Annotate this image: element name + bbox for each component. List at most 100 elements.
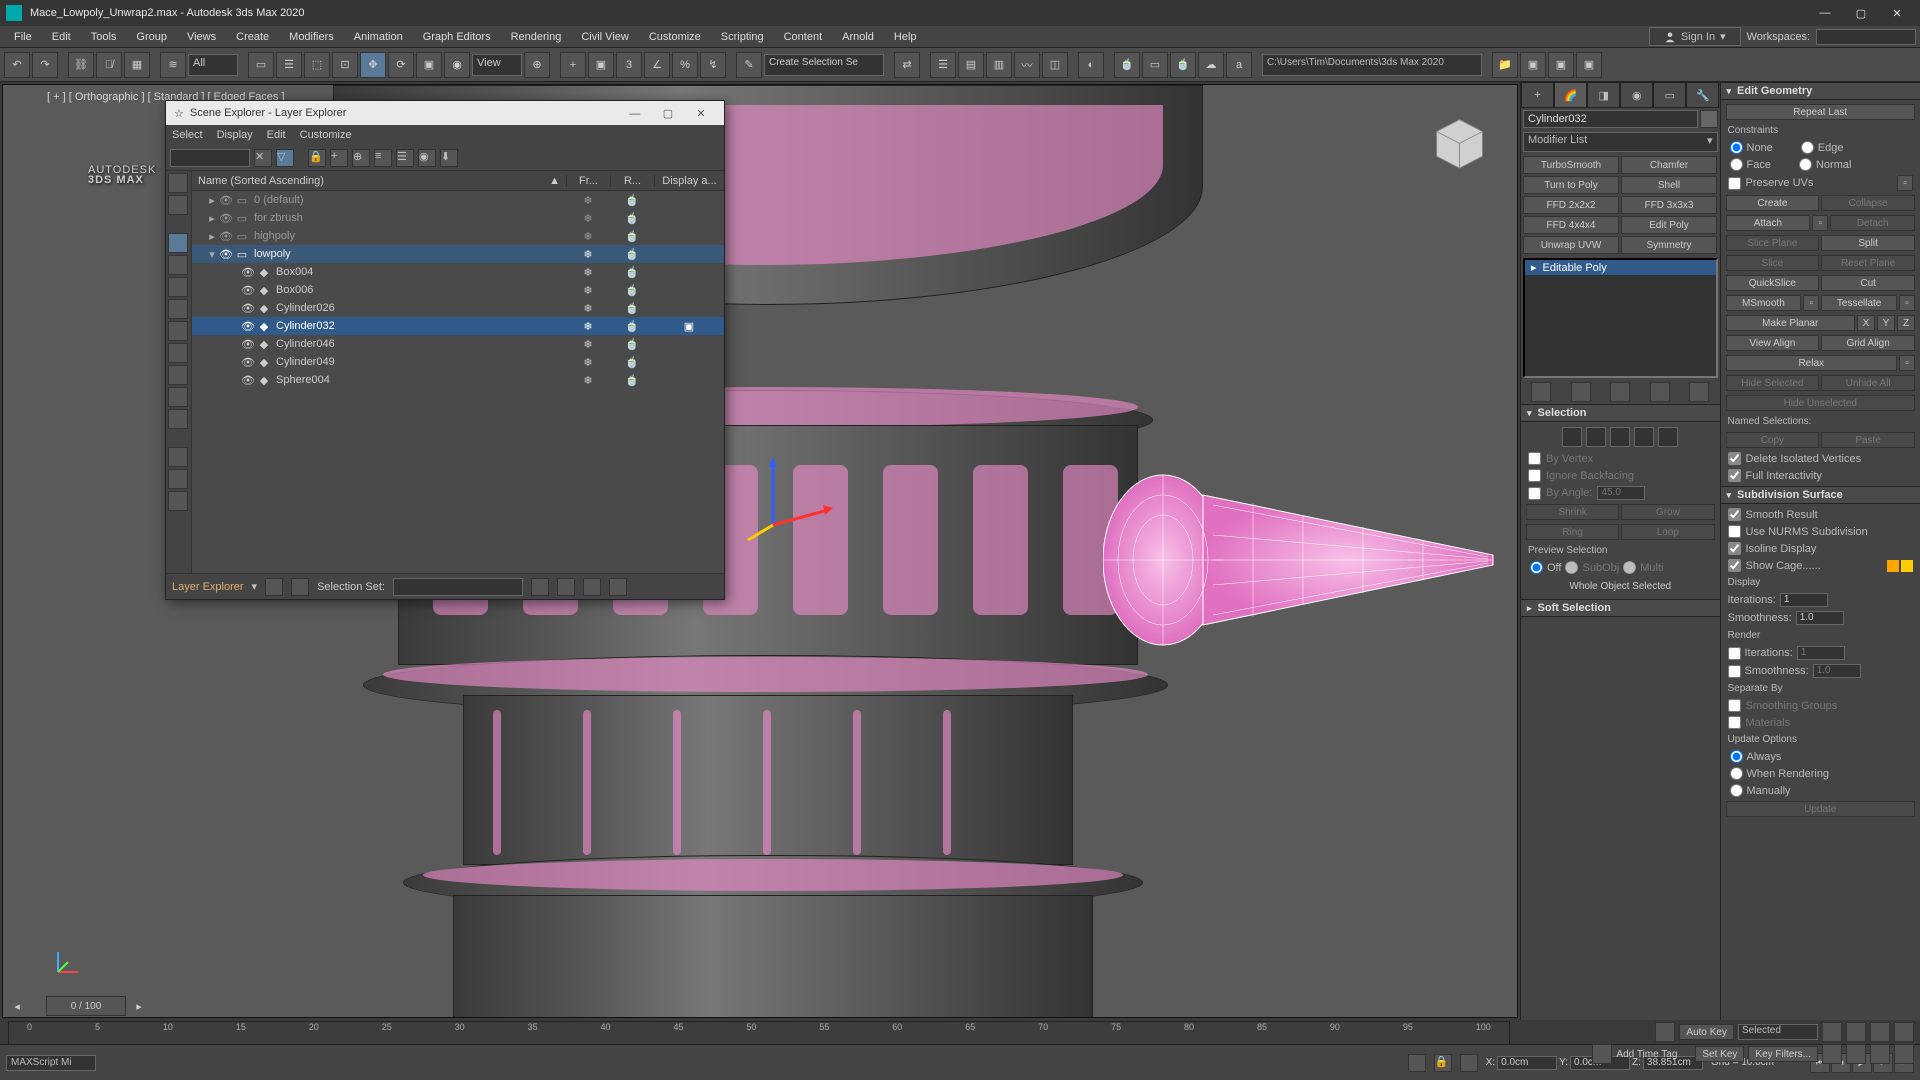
nav-zoom-extents-all-button[interactable] bbox=[1894, 1022, 1914, 1042]
preview-off-radio[interactable] bbox=[1530, 561, 1543, 574]
menu-help[interactable]: Help bbox=[884, 29, 927, 45]
percent-snap-button[interactable]: % bbox=[672, 52, 698, 78]
tessellate-button[interactable]: Tessellate bbox=[1821, 295, 1897, 311]
move-gizmo[interactable] bbox=[743, 455, 833, 545]
delete-isolated-checkbox[interactable] bbox=[1728, 452, 1741, 465]
menu-views[interactable]: Views bbox=[177, 29, 226, 45]
time-slider-right-arrow[interactable]: ▸ bbox=[130, 1000, 148, 1013]
viewcube[interactable] bbox=[1432, 115, 1487, 170]
nav-maximize-button[interactable] bbox=[1894, 1044, 1914, 1064]
filter-none-icon[interactable] bbox=[168, 195, 188, 215]
preserve-uvs-settings-button[interactable]: ▫ bbox=[1897, 175, 1913, 191]
named-selection-dropdown[interactable]: Create Selection Se bbox=[764, 54, 884, 76]
modifier-symmetry-button[interactable]: Symmetry bbox=[1621, 236, 1717, 254]
visibility-icon[interactable]: 👁 bbox=[218, 230, 234, 243]
attach-button[interactable]: Attach bbox=[1726, 215, 1811, 231]
lock-toggle-button[interactable]: 🔒 bbox=[308, 149, 326, 167]
object-name-input[interactable]: Cylinder032 bbox=[1523, 110, 1698, 128]
attach-list-button[interactable]: ▫ bbox=[1812, 215, 1828, 231]
ignore-backfacing-checkbox[interactable] bbox=[1528, 469, 1541, 482]
set-key-big-button[interactable] bbox=[1655, 1022, 1675, 1042]
render-cell[interactable]: 🍵 bbox=[610, 374, 654, 387]
menu-graph-editors[interactable]: Graph Editors bbox=[413, 29, 501, 45]
frozen-cell[interactable]: ❄ bbox=[566, 356, 610, 369]
ex-status-btn-3[interactable] bbox=[531, 578, 549, 596]
explorer-minimize-button[interactable]: — bbox=[620, 108, 650, 120]
msmooth-button[interactable]: MSmooth bbox=[1726, 295, 1802, 311]
modify-tab[interactable]: 🌈 bbox=[1554, 82, 1587, 108]
visibility-icon[interactable]: 👁 bbox=[240, 338, 256, 351]
visibility-icon[interactable]: 👁 bbox=[240, 320, 256, 333]
layer-row-highpoly[interactable]: ▸👁▭highpoly❄🍵 bbox=[192, 227, 724, 245]
menu-tools[interactable]: Tools bbox=[81, 29, 127, 45]
object-row-cylinder026[interactable]: 👁◆Cylinder026❄🍵 bbox=[192, 299, 724, 317]
undo-button[interactable]: ↶ bbox=[4, 52, 30, 78]
view-align-button[interactable]: View Align bbox=[1726, 335, 1820, 351]
edit-geometry-rollout-header[interactable]: ▾Edit Geometry bbox=[1721, 82, 1920, 100]
selection-lock-button[interactable]: 🔒 bbox=[1434, 1054, 1452, 1072]
full-interactivity-checkbox[interactable] bbox=[1728, 469, 1741, 482]
modifier-ffd-4x4x4-button[interactable]: FFD 4x4x4 bbox=[1523, 216, 1619, 234]
angle-snap-button[interactable]: ∠ bbox=[644, 52, 670, 78]
align-button[interactable]: ☰ bbox=[930, 52, 956, 78]
cage-color-1[interactable] bbox=[1887, 560, 1899, 572]
set-key-button[interactable]: Set Key bbox=[1695, 1046, 1744, 1062]
by-angle-value[interactable]: 45.0 bbox=[1597, 486, 1645, 500]
nav-zoom-all-button[interactable] bbox=[1846, 1022, 1866, 1042]
hide-selected-button[interactable]: Hide Selected bbox=[1726, 375, 1820, 391]
auto-key-button[interactable]: Auto Key bbox=[1679, 1024, 1734, 1040]
layer-row-lowpoly[interactable]: ▾👁▭lowpoly❄🍵 bbox=[192, 245, 724, 263]
open-autodesk-button[interactable]: a bbox=[1226, 52, 1252, 78]
create-tab[interactable]: + bbox=[1521, 82, 1554, 108]
redo-button[interactable]: ↷ bbox=[32, 52, 58, 78]
project-path[interactable]: C:\Users\Tim\Documents\3ds Max 2020 bbox=[1262, 54, 1482, 76]
window-crossing-button[interactable]: ⊡ bbox=[332, 52, 358, 78]
selection-set-dropdown[interactable] bbox=[393, 578, 523, 596]
object-row-box004[interactable]: 👁◆Box004❄🍵 bbox=[192, 263, 724, 281]
frozen-cell[interactable]: ❄ bbox=[566, 320, 610, 333]
explorer-maximize-button[interactable]: ▢ bbox=[653, 107, 683, 120]
modifier-list-dropdown[interactable]: Modifier List▾ bbox=[1523, 132, 1718, 152]
menu-group[interactable]: Group bbox=[126, 29, 177, 45]
object-row-sphere004[interactable]: 👁◆Sphere004❄🍵 bbox=[192, 371, 724, 389]
render-smoothness-checkbox[interactable] bbox=[1728, 665, 1741, 678]
tb-btn-a[interactable]: ▣ bbox=[1520, 52, 1546, 78]
close-button[interactable]: ✕ bbox=[1880, 2, 1914, 24]
constraint-none-radio[interactable] bbox=[1730, 141, 1743, 154]
visibility-icon[interactable]: 👁 bbox=[218, 212, 234, 225]
selection-rollout-header[interactable]: ▾Selection bbox=[1521, 404, 1720, 422]
motion-tab[interactable]: ◉ bbox=[1620, 82, 1653, 108]
filter-cameras-icon[interactable] bbox=[168, 299, 188, 319]
minimize-button[interactable]: — bbox=[1808, 2, 1842, 24]
cut-button[interactable]: Cut bbox=[1821, 275, 1915, 291]
frozen-cell[interactable]: ❄ bbox=[566, 266, 610, 279]
repeat-last-button[interactable]: Repeat Last bbox=[1726, 104, 1916, 120]
workspaces-dropdown[interactable] bbox=[1816, 29, 1916, 45]
modifier-ffd-2x2x2-button[interactable]: FFD 2x2x2 bbox=[1523, 196, 1619, 214]
add-time-tag-label[interactable]: Add Time Tag bbox=[1616, 1049, 1677, 1060]
nav-zoom-extents-button[interactable] bbox=[1870, 1022, 1890, 1042]
by-vertex-checkbox[interactable] bbox=[1528, 452, 1541, 465]
manipulate-button[interactable]: + bbox=[560, 52, 586, 78]
hierarchy-tab[interactable]: ◨ bbox=[1587, 82, 1620, 108]
polygon-subobj-button[interactable] bbox=[1634, 427, 1654, 447]
render-cell[interactable]: 🍵 bbox=[610, 230, 654, 243]
col-render[interactable]: R... bbox=[610, 175, 654, 187]
grow-button[interactable]: Grow bbox=[1621, 504, 1714, 520]
stack-item-editable-poly[interactable]: ▸ Editable Poly bbox=[1525, 260, 1716, 275]
render-cell[interactable]: 🍵 bbox=[610, 212, 654, 225]
time-slider-left-arrow[interactable]: ◂ bbox=[8, 1000, 26, 1013]
col-display[interactable]: Display a... bbox=[654, 175, 724, 187]
ex-btn-7[interactable]: ⬇ bbox=[440, 149, 458, 167]
element-subobj-button[interactable] bbox=[1658, 427, 1678, 447]
select-scale-button[interactable]: ▣ bbox=[416, 52, 442, 78]
modifier-edit-poly-button[interactable]: Edit Poly bbox=[1621, 216, 1717, 234]
select-object-button[interactable]: ▭ bbox=[248, 52, 274, 78]
hide-unselected-button[interactable]: Hide Unselected bbox=[1726, 395, 1916, 411]
layer-row-for-zbrush[interactable]: ▸👁▭for zbrush❄🍵 bbox=[192, 209, 724, 227]
render-cell[interactable]: 🍵 bbox=[610, 320, 654, 333]
sep-smoothing-groups-checkbox[interactable] bbox=[1728, 699, 1741, 712]
col-frozen[interactable]: Fr... bbox=[566, 175, 610, 187]
explorer-close-button[interactable]: ✕ bbox=[686, 107, 716, 120]
time-slider-handle[interactable]: 0 / 100 bbox=[46, 996, 126, 1016]
